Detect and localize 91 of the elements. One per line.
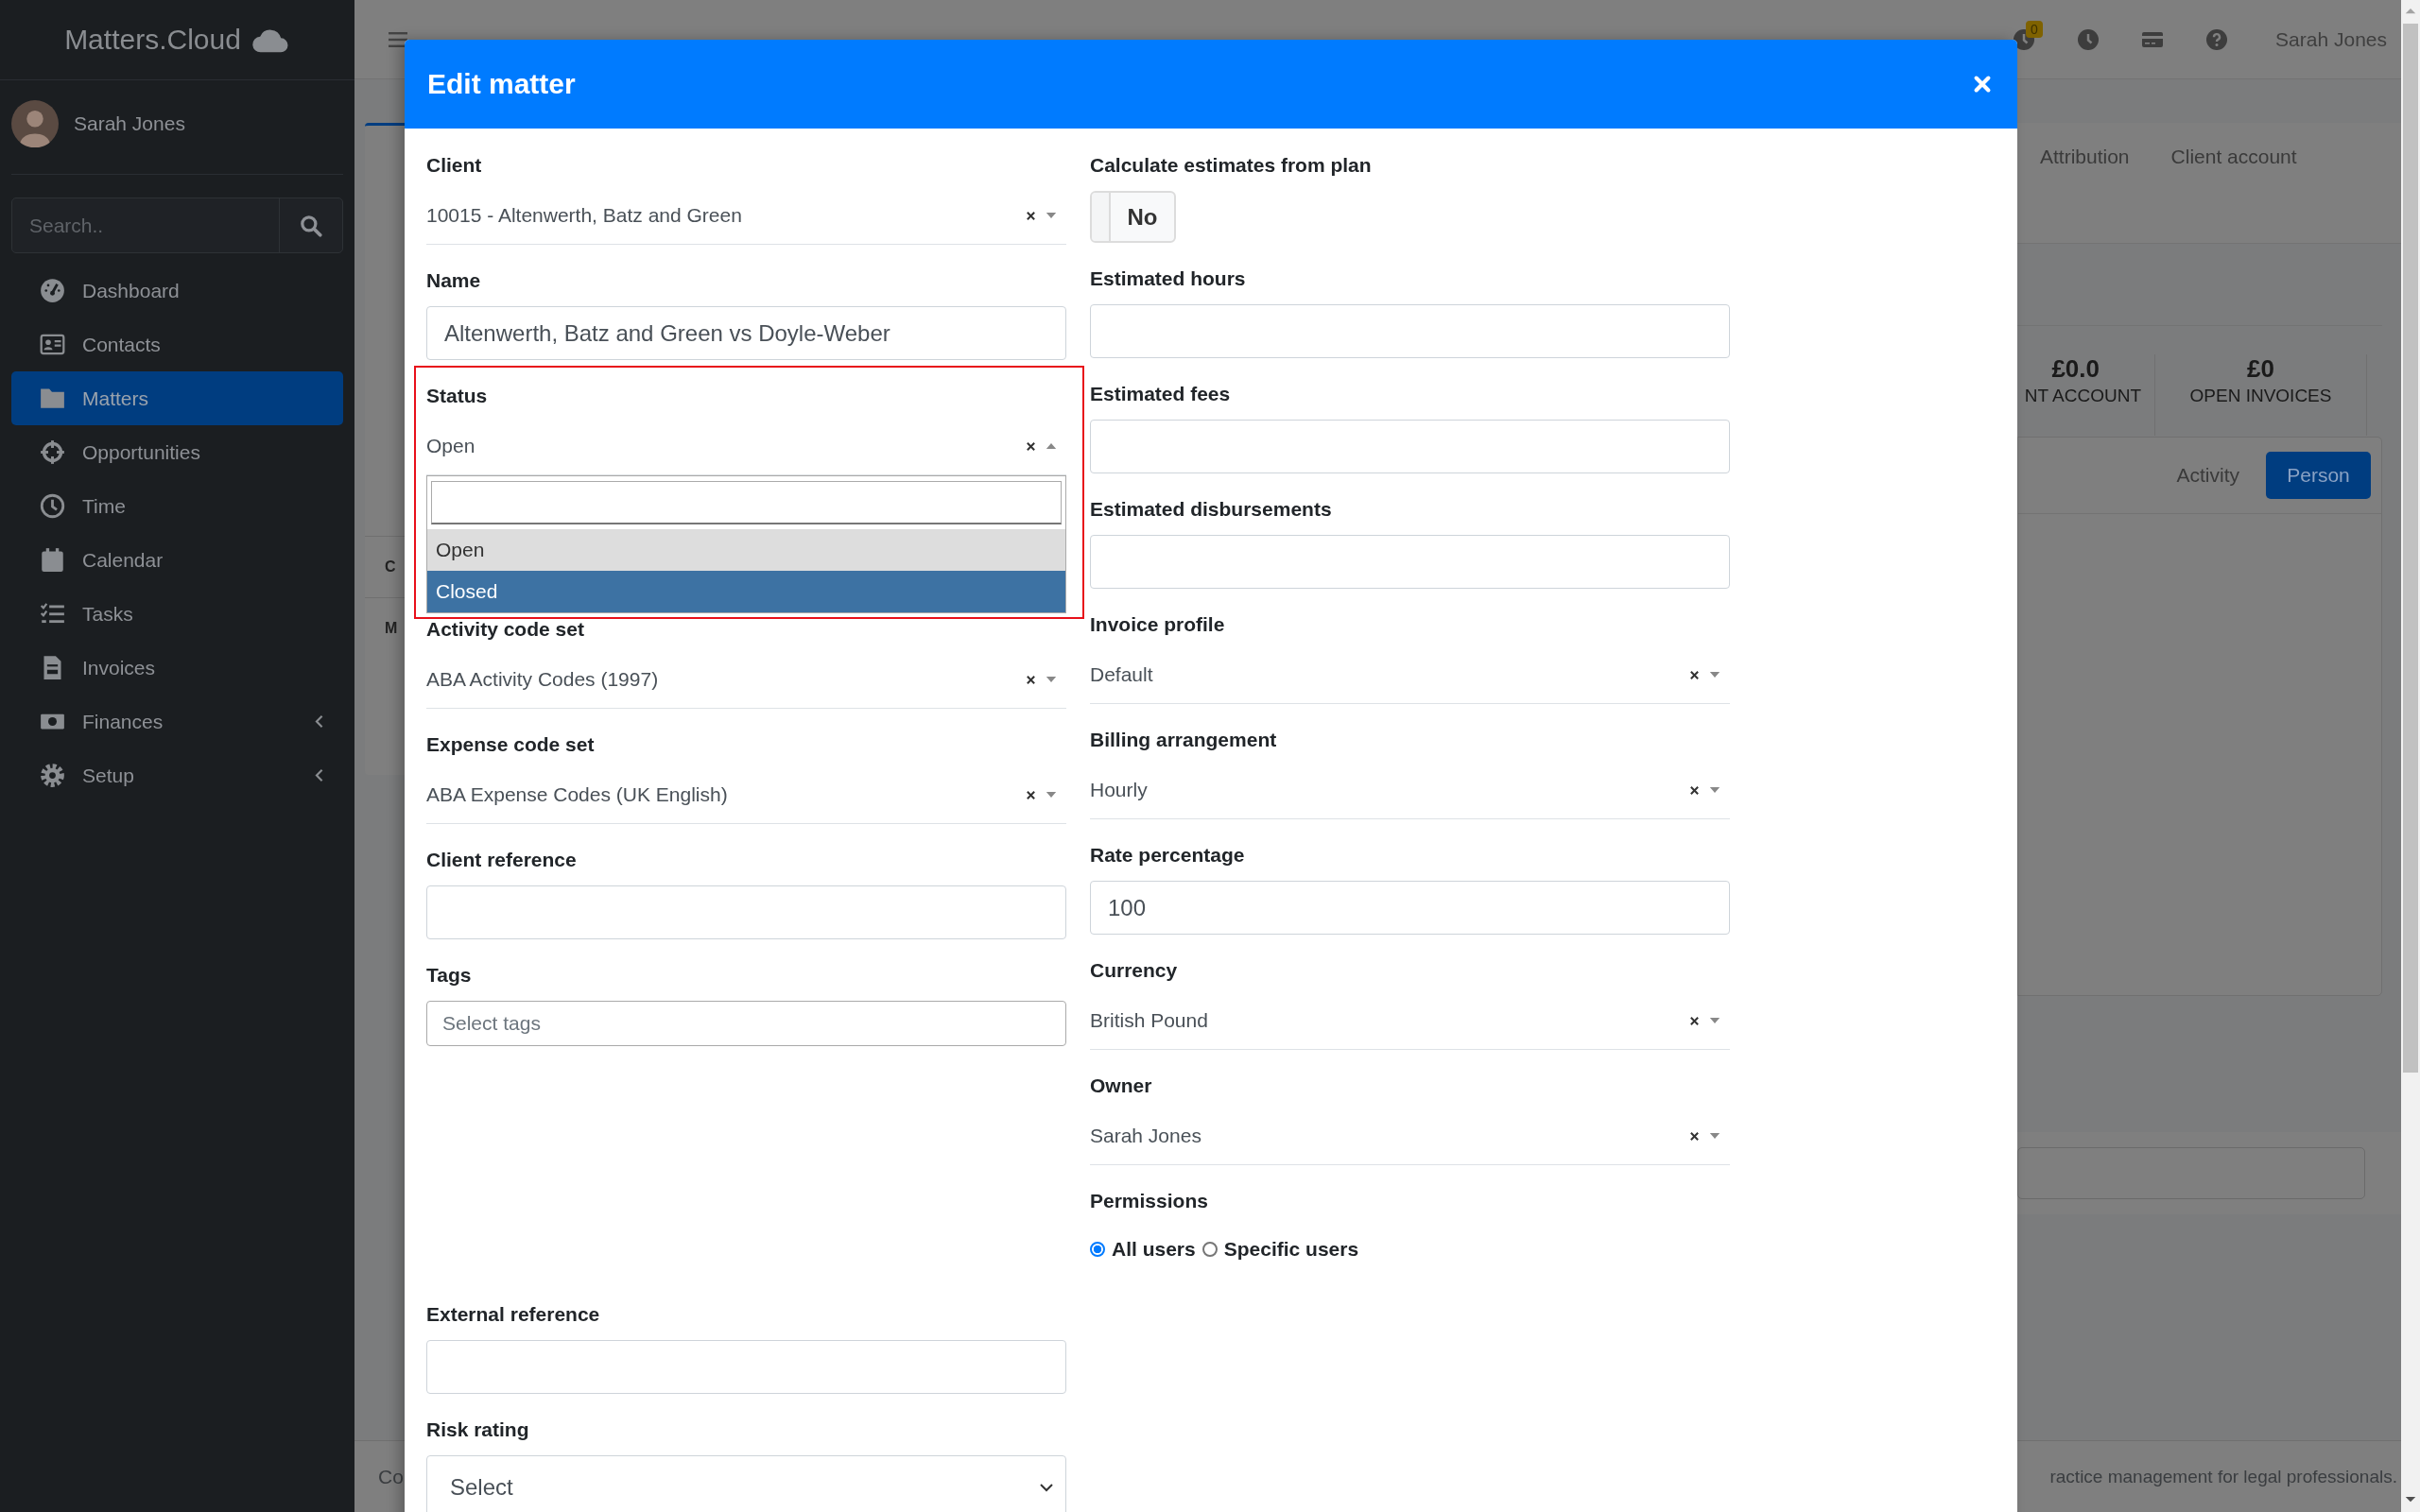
select-field[interactable]: 10015 - Altenwerth, Batz and Green — [426, 191, 1066, 245]
scrollbar[interactable] — [2401, 0, 2420, 1512]
stat-value: £0.0 — [2051, 354, 2100, 383]
sidebar-item[interactable]: Finances — [11, 695, 343, 748]
clear-icon[interactable] — [1026, 789, 1036, 800]
clear-icon[interactable] — [1689, 1015, 1700, 1026]
chevron-down-icon — [1039, 1481, 1054, 1494]
tab[interactable]: Person — [2266, 452, 2371, 499]
search-field[interactable]: Search.. — [11, 198, 343, 253]
field-label: Tags — [426, 963, 473, 988]
text-field[interactable] — [2017, 1147, 2365, 1199]
select-field[interactable]: British Pound — [1090, 996, 1730, 1050]
select-field[interactable]: ABA Expense Codes (UK English) — [426, 770, 1066, 824]
radio-button[interactable] — [1201, 1242, 1218, 1257]
field-label: Status — [426, 384, 489, 408]
sidebar-item[interactable]: Contacts — [11, 318, 343, 371]
scrollbar-thumb[interactable] — [2403, 24, 2418, 1073]
text-field[interactable]: Altenwerth, Batz and Green vs Doyle-Weber — [426, 306, 1066, 360]
field-label: Currency — [1090, 958, 1179, 983]
dropdown-search-field[interactable] — [431, 481, 1062, 524]
footer-text: ractice management for legal professionals. — [2049, 1466, 2398, 1487]
field-label: Activity code set — [426, 617, 585, 642]
sidebar-item[interactable]: Setup — [11, 748, 343, 802]
search-icon — [299, 213, 323, 238]
dropdown-option[interactable]: Closed — [427, 571, 1065, 612]
gauge-icon — [40, 278, 65, 303]
app-logo-text: Matters.Cloud — [64, 24, 241, 56]
clock-icon — [40, 493, 65, 519]
field-label: Rate percentage — [1090, 843, 1246, 868]
field-label: Client reference — [426, 848, 578, 872]
stat-label: OPEN INVOICES — [2189, 385, 2332, 407]
sidebar-item[interactable]: Opportunities — [11, 425, 343, 479]
field-label: Risk rating — [426, 1418, 530, 1442]
clear-icon[interactable] — [1689, 669, 1700, 680]
toggle-switch[interactable]: No — [1090, 191, 1176, 243]
count-badge: 0 — [2026, 20, 2043, 38]
select-field[interactable]: Hourly — [1090, 765, 1730, 819]
scroll-down-icon[interactable] — [2404, 1494, 2417, 1504]
sidebar-item[interactable]: Tasks — [11, 587, 343, 641]
field-label: Owner — [1090, 1074, 1153, 1098]
stat-value: £0 — [2247, 354, 2274, 383]
sidebar-item[interactable]: Calendar — [11, 533, 343, 587]
clear-icon[interactable] — [1026, 674, 1036, 685]
clear-icon[interactable] — [1689, 1130, 1700, 1142]
tab[interactable]: Activity — [2176, 464, 2239, 487]
row-label: M — [385, 620, 398, 637]
field-label: Name — [426, 268, 482, 293]
field-label: Billing arrangement — [1090, 728, 1278, 752]
clear-icon[interactable] — [1026, 210, 1036, 221]
field-label: Calculate estimates from plan — [1090, 153, 1373, 178]
field-label: External reference — [426, 1302, 601, 1327]
tab[interactable]: Client account — [2170, 146, 2297, 168]
clear-icon[interactable] — [1026, 440, 1036, 452]
tab[interactable]: Attribution — [2040, 146, 2130, 168]
select-field[interactable]: Sarah Jones — [1090, 1111, 1730, 1165]
select-field[interactable]: ABA Activity Codes (1997) — [426, 655, 1066, 709]
field-label: Client — [426, 153, 483, 178]
avatar — [11, 100, 59, 147]
crosshair-icon — [40, 439, 65, 465]
radio-button[interactable] — [1090, 1242, 1105, 1257]
user-name[interactable]: Sarah Jones — [74, 100, 185, 147]
sidebar-item[interactable]: Invoices — [11, 641, 343, 695]
sidebar-item[interactable]: Dashboard — [11, 264, 343, 318]
dropdown-option[interactable]: Open — [427, 529, 1065, 571]
id-card-icon — [40, 332, 65, 357]
sidebar-item[interactable]: Matters — [11, 371, 343, 425]
dialog-title: Edit matter — [427, 68, 576, 100]
select-field[interactable]: Default — [1090, 650, 1730, 704]
sidebar-item[interactable]: Time — [11, 479, 343, 533]
scroll-up-icon[interactable] — [2404, 6, 2417, 16]
radio-label[interactable]: Specific users — [1223, 1238, 1359, 1261]
field-label: Invoice profile — [1090, 612, 1226, 637]
row-label: C — [385, 558, 396, 576]
stat-label: NT ACCOUNT — [2024, 385, 2141, 407]
close-icon[interactable] — [1972, 74, 1993, 94]
tags-field[interactable]: Select tags — [426, 1001, 1066, 1046]
clock-icon[interactable] — [2077, 27, 2100, 51]
field-label: Expense code set — [426, 732, 596, 757]
field-label: Estimated fees — [1090, 382, 1232, 406]
settings-icon — [40, 763, 65, 788]
field-label: Permissions — [1090, 1189, 1209, 1213]
help-icon[interactable] — [2205, 27, 2229, 51]
select-field[interactable]: Select — [426, 1455, 1066, 1512]
radio-label[interactable]: All users — [1112, 1238, 1196, 1261]
footer-text: Co — [377, 1465, 404, 1488]
field-label: Estimated hours — [1090, 266, 1247, 291]
clear-icon[interactable] — [1689, 784, 1700, 796]
field-label: Estimated disbursements — [1090, 497, 1333, 522]
folder-icon — [40, 386, 65, 411]
text-field[interactable]: 100 — [1090, 881, 1730, 935]
calendar-icon — [40, 547, 65, 573]
